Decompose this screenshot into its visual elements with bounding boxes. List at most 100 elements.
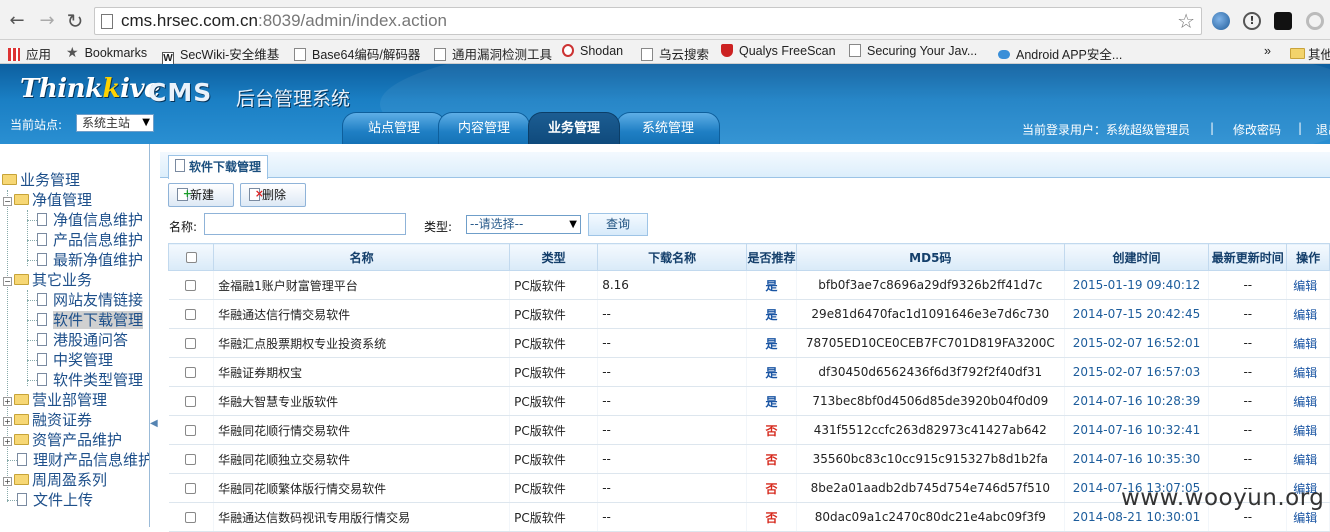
globe-extension-icon[interactable] bbox=[1212, 12, 1230, 30]
collapse-minus-icon[interactable]: − bbox=[3, 197, 12, 206]
column-header[interactable]: 是否推荐 bbox=[746, 243, 797, 271]
bookmark-vuln-tool[interactable]: 通用漏洞检测工具 bbox=[434, 44, 552, 63]
table-row[interactable]: 华融同花顺独立交易软件 PC版软件 -- 否 35560bc83c10cc915c915… bbox=[168, 444, 1330, 474]
tree-leaf-prize-management[interactable]: 中奖管理 bbox=[27, 350, 113, 370]
edit-link[interactable]: 编辑 bbox=[1293, 308, 1317, 322]
tree-leaf-wealth-products[interactable]: 理财产品信息维护 bbox=[7, 450, 149, 470]
edit-link[interactable]: 编辑 bbox=[1293, 395, 1317, 409]
created-time-cell: 2015-02-07 16:52:01 bbox=[1064, 328, 1210, 358]
bookmark-qualys[interactable]: Qualys FreeScan bbox=[721, 44, 836, 58]
logout-link[interactable]: 退出 bbox=[1316, 121, 1330, 138]
bookmark-securing-java[interactable]: Securing Your Jav... bbox=[849, 44, 977, 58]
edit-link[interactable]: 编辑 bbox=[1293, 453, 1317, 467]
expand-plus-icon[interactable]: + bbox=[3, 437, 12, 446]
edit-link[interactable]: 编辑 bbox=[1293, 337, 1317, 351]
info-extension-icon[interactable]: ! bbox=[1243, 12, 1261, 30]
table-row[interactable]: 华融通达信行情交易软件 PC版软件 -- 是 29e81d6470fac1d109164… bbox=[168, 299, 1330, 329]
row-checkbox[interactable] bbox=[185, 425, 197, 436]
tree-node-other-business[interactable]: − 其它业务 bbox=[3, 270, 92, 290]
address-url[interactable]: cms.hrsec.com.cn:8039/admin/index.action bbox=[121, 11, 447, 31]
table-row[interactable]: 金福融1账户财富管理平台 PC版软件 8.16 是 bfb0f3ae7c8696a29d… bbox=[168, 270, 1330, 300]
document-icon bbox=[17, 453, 27, 466]
tab-content-management[interactable]: 内容管理 bbox=[438, 112, 530, 144]
cms-header: Thinkkive CMS 后台管理系统 当前站点: 系统主站 ▼ 站点管理 内容… bbox=[0, 64, 1330, 144]
tree-leaf-software-type[interactable]: 软件类型管理 bbox=[27, 370, 143, 390]
edit-link[interactable]: 编辑 bbox=[1293, 511, 1317, 525]
bookmark-star-icon[interactable]: ☆ bbox=[1177, 9, 1195, 33]
expand-plus-icon[interactable]: + bbox=[3, 477, 12, 486]
new-button[interactable]: 新建 bbox=[168, 183, 234, 207]
row-checkbox[interactable] bbox=[185, 396, 197, 407]
bookmark-wooyun-search[interactable]: 乌云搜索 bbox=[641, 44, 709, 63]
tree-leaf-product-info[interactable]: 产品信息维护 bbox=[27, 230, 143, 250]
bookmarks-overflow-button[interactable]: » bbox=[1264, 44, 1271, 58]
tree-leaf-software-download[interactable]: 软件下载管理 bbox=[27, 310, 144, 330]
edit-link[interactable]: 编辑 bbox=[1293, 424, 1317, 438]
reload-icon[interactable]: ↻ bbox=[64, 10, 86, 32]
tab-software-download[interactable]: 软件下载管理 bbox=[168, 155, 269, 179]
tree-node-business[interactable]: 业务管理 bbox=[2, 170, 80, 190]
table-row[interactable]: 华融证券期权宝 PC版软件 -- 是 df30450d6562436f6d3f792f2… bbox=[168, 357, 1330, 387]
edit-link[interactable]: 编辑 bbox=[1293, 366, 1317, 380]
row-checkbox[interactable] bbox=[185, 338, 197, 349]
column-header[interactable]: 下载名称 bbox=[597, 243, 747, 271]
bookmark-shodan[interactable]: Shodan bbox=[562, 44, 623, 58]
column-header[interactable]: 名称 bbox=[213, 243, 511, 271]
tree-node-asset-products[interactable]: + 资管产品维护 bbox=[3, 430, 122, 450]
name-filter-input[interactable] bbox=[204, 213, 406, 235]
bookmark-base64[interactable]: Base64编码/解码器 bbox=[294, 44, 420, 63]
table-row[interactable]: 华融大智慧专业版软件 PC版软件 -- 是 713bec8bf0d4506d85de39… bbox=[168, 386, 1330, 416]
tab-system-management[interactable]: 系统管理 bbox=[616, 112, 720, 144]
mask-extension-icon[interactable] bbox=[1274, 12, 1292, 30]
back-arrow-icon[interactable]: ← bbox=[6, 10, 28, 32]
collapse-minus-icon[interactable]: − bbox=[3, 277, 12, 286]
row-checkbox[interactable] bbox=[185, 512, 197, 523]
change-password-link[interactable]: 修改密码 bbox=[1233, 121, 1281, 138]
row-checkbox[interactable] bbox=[185, 280, 197, 291]
delete-document-icon bbox=[249, 183, 264, 205]
address-bar[interactable]: cms.hrsec.com.cn:8039/admin/index.action… bbox=[94, 7, 1202, 35]
table-row[interactable]: 华融汇点股票期权专业投资系统 PC版软件 -- 是 78705ED10CE0CEB7FC… bbox=[168, 328, 1330, 358]
tree-node-weekly-series[interactable]: + 周周盈系列 bbox=[3, 470, 107, 490]
tree-leaf-latest-nav[interactable]: 最新净值维护 bbox=[27, 250, 143, 270]
star-icon: ★ bbox=[66, 44, 79, 60]
tree-leaf-nav-info[interactable]: 净值信息维护 bbox=[27, 210, 143, 230]
sidebar-collapse-icon[interactable]: ◀ bbox=[150, 418, 158, 429]
tree-node-branch-management[interactable]: + 营业部管理 bbox=[3, 390, 107, 410]
row-checkbox[interactable] bbox=[185, 309, 197, 320]
row-checkbox[interactable] bbox=[185, 454, 197, 465]
table-row[interactable]: 华融同花顺行情交易软件 PC版软件 -- 否 431f5512ccfc263d82973… bbox=[168, 415, 1330, 445]
bookmark-secwiki[interactable]: W SecWiki-安全维基 bbox=[162, 44, 279, 65]
bookmark-other-folder[interactable]: 其他 bbox=[1290, 44, 1330, 63]
bookmark-android-app[interactable]: Android APP安全... bbox=[998, 44, 1122, 63]
column-header[interactable]: 最新更新时间 bbox=[1208, 243, 1288, 271]
query-button[interactable]: 查询 bbox=[588, 213, 648, 236]
forward-arrow-icon[interactable]: → bbox=[36, 10, 58, 32]
column-header[interactable]: 创建时间 bbox=[1063, 243, 1210, 271]
column-header[interactable]: 类型 bbox=[509, 243, 599, 271]
name-cell: 华融汇点股票期权专业投资系统 bbox=[213, 328, 511, 358]
md5-cell: 431f5512ccfc263d82973c41427ab642 bbox=[796, 415, 1065, 445]
edit-link[interactable]: 编辑 bbox=[1293, 279, 1317, 293]
row-checkbox[interactable] bbox=[185, 483, 197, 494]
tab-business-management[interactable]: 业务管理 bbox=[528, 112, 620, 144]
bookmark-bookmarks[interactable]: ★ Bookmarks bbox=[66, 44, 147, 61]
tab-site-management[interactable]: 站点管理 bbox=[342, 112, 446, 144]
tree-connector bbox=[27, 300, 37, 301]
row-checkbox[interactable] bbox=[185, 367, 197, 378]
expand-plus-icon[interactable]: + bbox=[3, 417, 12, 426]
type-filter-select[interactable]: --请选择-- ▼ bbox=[466, 215, 581, 234]
bookmark-apps[interactable]: 应用 bbox=[8, 44, 51, 63]
tree-leaf-file-upload[interactable]: 文件上传 bbox=[7, 490, 93, 510]
tree-node-margin-securities[interactable]: + 融资证券 bbox=[3, 410, 92, 430]
tree-leaf-hk-connect-qa[interactable]: 港股通问答 bbox=[27, 330, 128, 350]
select-all-checkbox[interactable] bbox=[185, 252, 197, 263]
expand-plus-icon[interactable]: + bbox=[3, 397, 12, 406]
delete-button[interactable]: 删除 bbox=[240, 183, 306, 207]
column-header[interactable]: MD5码 bbox=[795, 243, 1065, 271]
tree-leaf-friend-links[interactable]: 网站友情链接 bbox=[27, 290, 143, 310]
circle-extension-icon[interactable] bbox=[1306, 12, 1324, 30]
site-select[interactable]: 系统主站 ▼ bbox=[76, 114, 154, 132]
md5-cell: 78705ED10CE0CEB7FC701D819FA3200C bbox=[796, 328, 1065, 358]
tree-node-nav-management[interactable]: − 净值管理 bbox=[3, 190, 92, 210]
